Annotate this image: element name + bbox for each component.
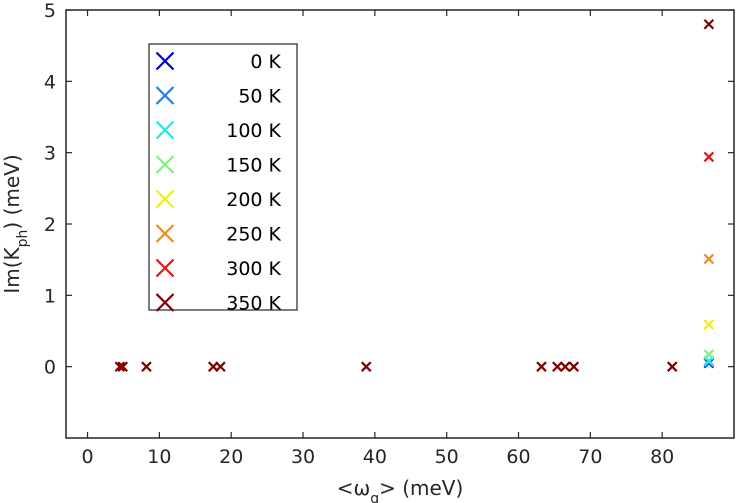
data-point xyxy=(703,18,715,30)
y-tick-label: 2 xyxy=(44,214,56,236)
x-tick-label: 10 xyxy=(147,446,171,468)
data-point xyxy=(703,253,715,265)
y-tick-label: 5 xyxy=(44,0,56,22)
legend-label: 50 K xyxy=(238,86,281,108)
y-axis: 0 1 2 3 4 5 xyxy=(44,0,734,379)
x-tick-label: 0 xyxy=(82,446,94,468)
legend-label: 250 K xyxy=(226,224,281,246)
data-point xyxy=(141,361,152,372)
x-tick-label: 60 xyxy=(506,446,530,468)
x-tick-label: 40 xyxy=(363,446,387,468)
data-point xyxy=(703,151,715,163)
data-point xyxy=(703,319,715,330)
data-point xyxy=(536,361,547,372)
data-point xyxy=(360,361,372,372)
legend: 0 K 50 K 100 K 150 K 200 K 250 K 300 K 350 K xyxy=(148,43,298,315)
scatter-chart: 0 10 20 30 40 50 60 70 80 0 1 2 3 4 5 <ωq> (meV) Im(K… xyxy=(0,0,735,503)
y-tick-label: 3 xyxy=(44,143,56,165)
data-point xyxy=(568,361,580,372)
data-point xyxy=(559,361,571,372)
y-tick-label: 4 xyxy=(44,71,56,93)
x-tick-label: 20 xyxy=(219,446,243,468)
x-tick-label: 70 xyxy=(578,446,602,468)
y-tick-label: 0 xyxy=(44,357,56,379)
legend-label: 200 K xyxy=(226,189,281,211)
legend-label: 150 K xyxy=(226,155,281,177)
data-point xyxy=(215,361,226,372)
y-axis-label: Im(Kph) (meV) xyxy=(0,154,31,293)
y-tick-label: 1 xyxy=(44,285,56,307)
legend-label: 100 K xyxy=(226,120,281,142)
data-point xyxy=(703,349,715,360)
legend-label: 0 K xyxy=(250,51,281,73)
x-tick-label: 80 xyxy=(650,446,674,468)
legend-label: 350 K xyxy=(226,293,281,315)
x-tick-label: 30 xyxy=(291,446,315,468)
data-point xyxy=(552,361,563,372)
x-axis-label: <ωq> (meV) xyxy=(337,476,464,503)
data-point xyxy=(666,361,678,372)
legend-label: 300 K xyxy=(226,258,281,280)
x-tick-label: 50 xyxy=(435,446,459,468)
